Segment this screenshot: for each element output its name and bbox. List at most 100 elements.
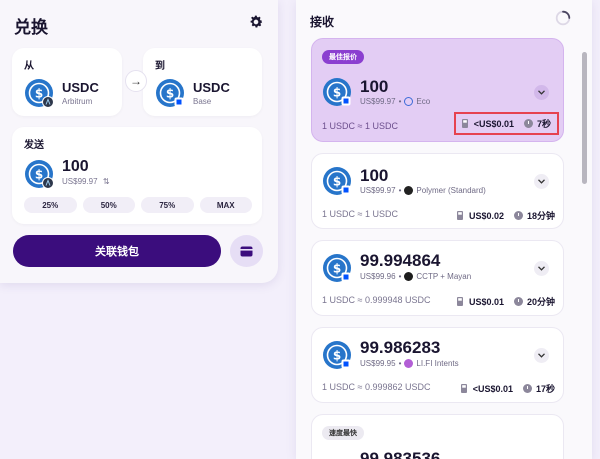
from-token-symbol: USDC	[62, 80, 99, 95]
swap-units-icon[interactable]: ⇅	[103, 177, 110, 186]
gas-icon	[456, 297, 463, 306]
from-token-chain: Arbitrum	[62, 97, 93, 106]
send-label: 发送	[24, 140, 44, 151]
send-amount-input[interactable]: 100	[62, 158, 89, 176]
route-fee: US$0.01	[468, 296, 504, 307]
svg-text:$: $	[35, 168, 43, 182]
to-token-symbol: USDC	[193, 80, 230, 95]
svg-text:$: $	[35, 87, 43, 101]
wallet-icon	[240, 246, 253, 256]
send-usd-value: US$99.97 ⇅	[62, 177, 110, 186]
route-card[interactable]: $ 99.994864 US$99.96 • CCTP + Mayan 1 US…	[311, 240, 564, 316]
usdc-icon: $	[156, 79, 184, 107]
svg-text:$: $	[333, 175, 341, 189]
scrollbar[interactable]	[582, 52, 587, 184]
route-rate: 1 USDC ≈ 1 USDC	[322, 121, 398, 131]
route-subinfo: US$99.97 • Polymer (Standard)	[360, 186, 486, 195]
route-rate: 1 USDC ≈ 1 USDC	[322, 209, 398, 219]
swap-title: 兑换	[14, 18, 48, 37]
receive-panel: 接收 最佳报价 $ 100 US$99.97 • Eco 1 USDC ≈ 1 …	[296, 0, 592, 459]
route-rate: 1 USDC ≈ 0.999948 USDC	[322, 295, 431, 305]
route-fee: US$0.02	[468, 210, 504, 221]
clock-icon	[513, 211, 523, 220]
clock-icon	[522, 384, 532, 393]
route-subinfo: US$99.97 • Eco	[360, 97, 431, 106]
to-label: 到	[155, 61, 165, 72]
route-usd: US$99.96	[360, 272, 396, 281]
route-amount: 100	[360, 166, 389, 185]
route-card[interactable]: $ 99.986283 US$99.95 • LI.FI Intents 1 U…	[311, 327, 564, 403]
usdc-icon: $	[323, 167, 351, 195]
wallet-button[interactable]	[230, 235, 263, 267]
send-usd-text: US$99.97	[62, 177, 98, 186]
route-card-best[interactable]: 最佳报价 $ 100 US$99.97 • Eco 1 USDC ≈ 1 USD…	[311, 38, 564, 142]
route-amount: 99.983536	[360, 449, 441, 459]
route-subinfo: US$99.96 • CCTP + Mayan	[360, 272, 472, 281]
max-button[interactable]: MAX	[199, 197, 252, 213]
eco-provider-icon	[404, 97, 414, 106]
route-usd: US$99.97	[360, 186, 396, 195]
route-time: 7秒	[536, 119, 551, 129]
receive-title: 接收	[310, 15, 335, 29]
pct-50-button[interactable]: 50%	[82, 197, 135, 213]
expand-route-button[interactable]	[534, 85, 549, 100]
from-token-card[interactable]: 从 $ USDC Arbitrum	[12, 48, 122, 116]
svg-text:$: $	[166, 87, 174, 101]
route-usd: US$99.97	[360, 97, 396, 106]
route-time: 20分钟	[526, 297, 555, 307]
usdc-icon: $	[323, 254, 351, 282]
mayan-provider-icon	[404, 272, 414, 281]
to-token-card[interactable]: 到 $ USDC Base	[143, 48, 262, 116]
svg-text:$: $	[333, 86, 341, 100]
expand-route-button[interactable]	[534, 348, 549, 363]
route-card-fastest[interactable]: 速度最快 99.983536	[311, 414, 564, 459]
usdc-icon: $	[25, 160, 54, 189]
route-fee-time: US$0.01 20分钟	[456, 295, 555, 308]
route-rate: 1 USDC ≈ 0.999862 USDC	[322, 382, 431, 392]
pct-25-button[interactable]: 25%	[24, 197, 77, 213]
svg-text:$: $	[333, 262, 341, 276]
route-time: 18分钟	[526, 211, 555, 221]
usdc-icon: $	[323, 78, 351, 106]
arrow-right-icon: →	[130, 74, 142, 88]
fastest-badge: 速度最快	[322, 426, 364, 440]
clock-icon	[513, 297, 523, 306]
to-token-chain: Base	[193, 97, 212, 106]
gas-icon	[460, 384, 467, 393]
pct-75-button[interactable]: 75%	[141, 197, 194, 213]
polymer-provider-icon	[404, 186, 414, 195]
from-label: 从	[24, 61, 34, 72]
chevron-down-icon	[538, 353, 545, 358]
route-provider: Eco	[416, 97, 431, 106]
expand-route-button[interactable]	[534, 174, 549, 189]
swap-panel: 兑换 从 $ USDC Arbitrum → 到 $ USDC Base 发送 …	[0, 0, 278, 283]
route-card[interactable]: $ 100 US$99.97 • Polymer (Standard) 1 US…	[311, 153, 564, 229]
gear-icon[interactable]	[248, 14, 264, 30]
route-time: 17秒	[535, 384, 555, 394]
route-amount: 100	[360, 77, 389, 96]
route-fee: <US$0.01	[472, 383, 513, 394]
route-fee: <US$0.01	[473, 118, 514, 129]
refresh-spinner-icon[interactable]	[554, 9, 572, 27]
route-provider: CCTP + Mayan	[416, 272, 472, 281]
route-fee-time: <US$0.01 7秒	[453, 112, 559, 135]
percent-buttons: 25% 50% 75% MAX	[24, 197, 252, 213]
expand-route-button[interactable]	[534, 261, 549, 276]
usdc-icon: $	[323, 341, 351, 369]
chevron-down-icon	[538, 266, 545, 271]
route-amount: 99.994864	[360, 251, 441, 270]
route-subinfo: US$99.95 • LI.FI Intents	[360, 359, 459, 368]
route-provider: LI.FI Intents	[416, 359, 459, 368]
svg-text:$: $	[333, 349, 341, 363]
send-card: 发送 $ 100 US$99.97 ⇅ 25% 50% 75% MAX	[12, 127, 262, 224]
usdc-icon: $	[25, 79, 54, 108]
route-usd: US$99.95	[360, 359, 396, 368]
route-fee-time: <US$0.01 17秒	[460, 382, 555, 395]
chevron-down-icon	[538, 179, 545, 184]
best-quote-badge: 最佳报价	[322, 50, 364, 64]
route-provider: Polymer (Standard)	[416, 186, 486, 195]
connect-wallet-button[interactable]: 关联钱包	[13, 235, 221, 267]
gas-icon	[456, 211, 463, 220]
swap-direction-button[interactable]: →	[125, 70, 147, 92]
gas-icon	[461, 119, 468, 128]
